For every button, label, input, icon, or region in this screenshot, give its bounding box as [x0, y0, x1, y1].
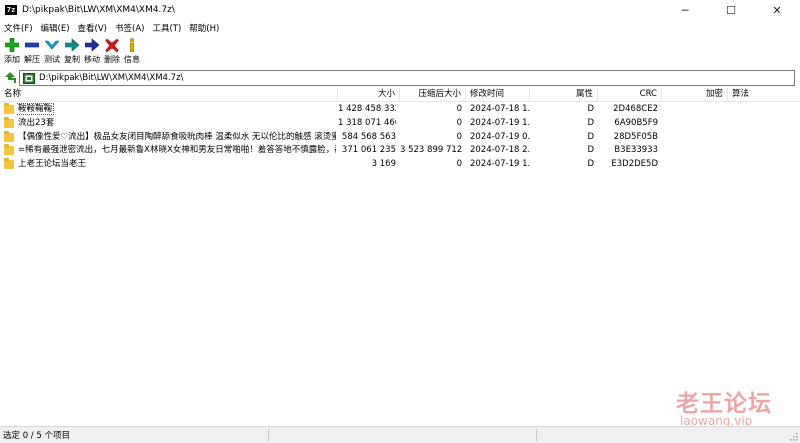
column-attributes[interactable]: 属性 — [530, 88, 598, 102]
file-packed-size: 0 — [456, 131, 462, 142]
file-name: 鞍鞍鞠鞠 — [17, 103, 55, 115]
menu-edit[interactable]: 编辑(E) — [37, 22, 74, 34]
info-label: 信息 — [124, 55, 140, 64]
table-row[interactable]: =稀有最强泄密流出，七月最新鲁X林晓X女神和男友日常啪啪！羞答答地不慎露脸，都很… — [0, 144, 800, 158]
delete-label: 删除 — [104, 55, 120, 64]
title-bar: 7z D:\pikpak\Bit\LW\XM\XM4\XM4.7z\ ─ ☐ ✕ — [0, 0, 800, 20]
file-attributes: D — [587, 159, 594, 170]
copy-label: 复制 — [64, 55, 80, 64]
up-folder-button[interactable] — [3, 71, 17, 85]
file-packed-size: 0 — [456, 104, 462, 114]
test-label: 测试 — [44, 55, 60, 64]
toolbar: 添加 解压 测试 复制 移动 删除 信息 — [0, 35, 800, 67]
file-modified: 2024-07-19 1... — [470, 159, 530, 170]
table-row[interactable]: 流出23套 1 318 071 466 0 2024-07-19 1... D … — [0, 116, 800, 131]
path-text: D:\pikpak\Bit\LW\XM\XM4\XM4.7z\ — [39, 73, 184, 83]
up-arrow-icon — [4, 72, 16, 83]
delete-x-icon — [104, 37, 120, 52]
extract-icon — [24, 37, 40, 52]
file-modified: 2024-07-18 2... — [470, 145, 530, 156]
resize-grip-icon[interactable] — [789, 432, 798, 441]
add-icon — [4, 37, 20, 52]
window-title: D:\pikpak\Bit\LW\XM\XM4\XM4.7z\ — [22, 5, 175, 15]
column-name[interactable]: 名称 — [0, 88, 338, 102]
table-row[interactable]: 鞍鞍鞠鞠 1 428 458 332 0 2024-07-18 1... D 2… — [0, 103, 800, 117]
file-list[interactable]: 名称 大小 压缩后大小 修改时间 属性 CRC 加密 算法 鞍鞍鞠鞠 1 428… — [0, 88, 800, 426]
file-size: 1 428 458 332 — [338, 104, 396, 114]
add-label: 添加 — [4, 55, 20, 64]
app-7zip-icon: 7z — [5, 5, 17, 15]
status-divider — [268, 429, 269, 441]
column-crc[interactable]: CRC — [598, 88, 662, 102]
file-name: 上老王论坛当老王 — [18, 159, 87, 170]
column-packed-size[interactable]: 压缩后大小 — [400, 88, 466, 102]
status-divider — [536, 429, 537, 441]
file-crc: B3E33933 — [614, 145, 658, 156]
menu-bar: 文件(F) 编辑(E) 查看(V) 书签(A) 工具(T) 帮助(H) — [0, 20, 800, 35]
file-size: 371 061 235 — [341, 145, 396, 156]
address-bar: D:\pikpak\Bit\LW\XM\XM4\XM4.7z\ — [0, 69, 800, 87]
delete-button[interactable]: 删除 — [102, 35, 122, 65]
file-modified: 2024-07-19 0... — [470, 131, 530, 142]
folder-icon — [4, 116, 14, 128]
file-crc: 28D5F05B — [613, 131, 658, 142]
folder-icon — [4, 144, 14, 156]
file-packed-size: 3 523 899 712 — [400, 145, 462, 156]
close-button[interactable]: ✕ — [754, 0, 800, 20]
extract-button[interactable]: 解压 — [22, 35, 42, 65]
file-crc: 2D468CE2 — [613, 104, 658, 114]
column-method[interactable]: 算法 — [728, 88, 800, 102]
folder-icon — [4, 103, 14, 114]
window-controls: ─ ☐ ✕ — [662, 0, 800, 20]
status-bar: 选定 0 / 5 个项目 — [0, 426, 800, 443]
file-rows: 鞍鞍鞠鞠 1 428 458 332 0 2024-07-18 1... D 2… — [0, 103, 800, 172]
extract-label: 解压 — [24, 55, 40, 64]
add-button[interactable]: 添加 — [2, 35, 22, 65]
table-row[interactable]: 上老王论坛当老王 3 169 0 2024-07-19 1... D E3D2D… — [0, 158, 800, 172]
menu-file[interactable]: 文件(F) — [0, 22, 37, 34]
file-name: 【偶像性爱♡流出】极品女友闭目陶醉舔食吸吮肉棒 温柔似水 无以伦比的触感 滚烫蜜… — [18, 131, 336, 142]
copy-button[interactable]: 复制 — [62, 35, 82, 65]
column-modified[interactable]: 修改时间 — [466, 88, 530, 102]
move-button[interactable]: 移动 — [82, 35, 102, 65]
file-packed-size: 0 — [456, 117, 462, 128]
table-row[interactable]: 【偶像性爱♡流出】极品女友闭目陶醉舔食吸吮肉棒 温柔似水 无以伦比的触感 滚烫蜜… — [0, 130, 800, 145]
column-encrypted[interactable]: 加密 — [662, 88, 728, 102]
file-size: 3 169 — [371, 159, 396, 170]
file-attributes: D — [587, 104, 594, 114]
info-icon — [124, 37, 140, 52]
path-input[interactable]: D:\pikpak\Bit\LW\XM\XM4\XM4.7z\ — [19, 70, 795, 86]
maximize-button[interactable]: ☐ — [708, 0, 754, 20]
file-name: 流出23套 — [18, 117, 55, 128]
folder-icon — [4, 130, 14, 142]
file-attributes: D — [587, 145, 594, 156]
test-icon — [44, 37, 60, 52]
archive-icon — [23, 72, 35, 84]
file-name: =稀有最强泄密流出，七月最新鲁X林晓X女神和男友日常啪啪！羞答答地不慎露脸，都很… — [18, 145, 336, 156]
test-button[interactable]: 测试 — [42, 35, 62, 65]
file-crc: E3D2DE5D — [611, 159, 658, 170]
file-size: 1 318 071 466 — [338, 117, 396, 128]
selection-status: 选定 0 / 5 个项目 — [3, 431, 70, 441]
move-arrow-icon — [84, 37, 100, 52]
menu-help[interactable]: 帮助(H) — [185, 22, 223, 34]
menu-tools[interactable]: 工具(T) — [148, 22, 185, 34]
column-size[interactable]: 大小 — [338, 88, 400, 102]
minimize-button[interactable]: ─ — [662, 0, 708, 20]
folder-icon — [4, 158, 14, 170]
file-attributes: D — [587, 131, 594, 142]
menu-bookmarks[interactable]: 书签(A) — [111, 22, 148, 34]
info-button[interactable]: 信息 — [122, 35, 142, 65]
move-label: 移动 — [84, 55, 100, 64]
file-size: 584 568 563 — [341, 131, 396, 142]
file-packed-size: 0 — [456, 159, 462, 170]
menu-view[interactable]: 查看(V) — [74, 22, 111, 34]
file-crc: 6A90B5F9 — [614, 117, 658, 128]
column-header: 名称 大小 压缩后大小 修改时间 属性 CRC 加密 算法 — [0, 88, 800, 102]
file-attributes: D — [587, 117, 594, 128]
file-modified: 2024-07-18 1... — [470, 104, 530, 114]
file-modified: 2024-07-19 1... — [470, 117, 530, 128]
copy-arrow-icon — [64, 37, 80, 52]
